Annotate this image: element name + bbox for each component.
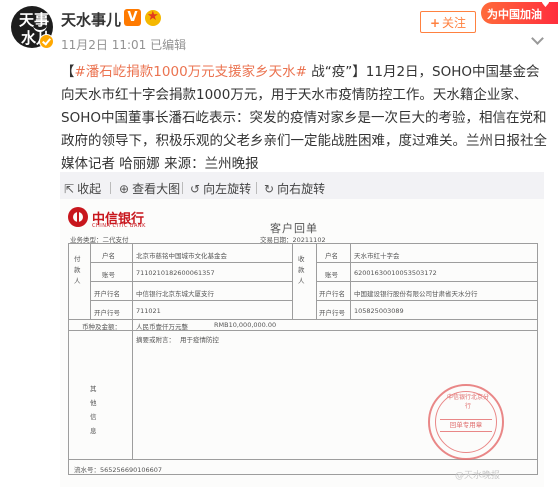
rank-badge-icon[interactable]: ★	[144, 8, 163, 27]
payer-bank: 中信银行北京东城大厦支行	[136, 290, 214, 298]
bank-stamp: 中信银行北京分行 回单专用章	[428, 384, 504, 460]
amount-label: 币种及金额：	[82, 323, 121, 331]
payee-account: 62001630010053503172	[354, 269, 437, 277]
receipt-image[interactable]: 中信银行 CHINA CITIC BANK 客户回单 业务类型：二代支付 交易日…	[60, 199, 544, 487]
verified-v-icon[interactable]: V	[124, 9, 141, 26]
heart-icon: ♥	[541, 0, 550, 10]
payer-label: 付款人	[74, 255, 81, 285]
payee-bank-no: 105825003089	[354, 307, 404, 315]
payee-bank: 中国建设银行股份有限公司甘肃省天水分行	[354, 290, 478, 298]
collapse-button[interactable]: ⇱ 收起	[64, 180, 101, 197]
payee-account-label: 账号	[325, 271, 338, 279]
post-meta[interactable]: 11月2日 11:01 已编辑	[61, 36, 186, 53]
amount-num: RMB10,000,000.00	[214, 321, 277, 329]
zoom-icon: ⊕	[119, 182, 130, 196]
payee-bank-label: 开户行名	[319, 290, 345, 298]
purpose-label: 摘要或附言：	[136, 336, 175, 344]
promo-banner[interactable]: 为中国加油 ♥	[481, 0, 558, 24]
payer-name: 北京市慈铭中国城市文化基金会	[136, 252, 227, 260]
stamp-ring-text: 中信银行北京分行	[446, 394, 489, 410]
bank-name-en: CHINA CITIC BANK	[92, 223, 146, 229]
rotate-right-icon: ↻	[264, 182, 275, 196]
toolbar-divider	[182, 182, 183, 194]
post-text: 【#潘石屹捐款1000万元支援家乡天水# 战“疫”】11月2日，SOHO中国基金…	[61, 64, 547, 172]
collapse-icon: ⇱	[64, 182, 75, 196]
stamp-text: 回单专用章	[440, 419, 492, 432]
account-name[interactable]: 天水事儿	[61, 9, 121, 30]
bank-logo-icon	[68, 207, 88, 227]
watermark: @天水晚报	[455, 471, 501, 481]
rotate-left-button[interactable]: ↺ 向左旋转	[190, 180, 251, 197]
payee-name: 天水市红十字会	[354, 252, 400, 260]
rotate-left-icon: ↺	[190, 182, 201, 196]
payer-bank-label: 开户行名	[94, 290, 120, 298]
chevron-down-icon[interactable]	[531, 32, 544, 45]
payee-name-label: 户名	[325, 252, 338, 260]
serial: 流水号：565256690106607	[74, 466, 163, 474]
purpose: 用于疫情防控	[180, 336, 219, 344]
promo-label: 为中国加油	[487, 8, 542, 21]
toolbar-divider	[110, 182, 111, 194]
post-body: 战“疫”】11月2日，SOHO中国基金会向天水市红十字会捐款1000万元，用于天…	[61, 64, 547, 172]
payer-name-label: 户名	[102, 252, 115, 260]
rotate-right-button[interactable]: ↻ 向右旋转	[264, 180, 325, 197]
payee-bank-no-label: 开户行号	[319, 309, 345, 317]
toolbar-divider	[256, 182, 257, 194]
payee-label: 收款人	[298, 255, 305, 285]
payer-bank-no: 711021	[136, 307, 161, 315]
verified-icon	[39, 34, 54, 49]
view-large-button[interactable]: ⊕ 查看大图	[119, 180, 180, 197]
hashtag-link[interactable]: #潘石屹捐款1000万元支援家乡天水#	[75, 64, 307, 80]
follow-label: 关注	[442, 16, 467, 30]
amount-cn: 人民币壹仟万元整	[136, 323, 188, 331]
plus-icon: +	[429, 16, 441, 30]
other-info-label: 其他信息	[90, 385, 97, 435]
payer-account-label: 账号	[102, 271, 115, 279]
payer-bank-no-label: 开户行号	[94, 309, 120, 317]
payer-account: 7110210182600061357	[136, 269, 215, 277]
follow-button[interactable]: + 关注	[420, 11, 476, 33]
